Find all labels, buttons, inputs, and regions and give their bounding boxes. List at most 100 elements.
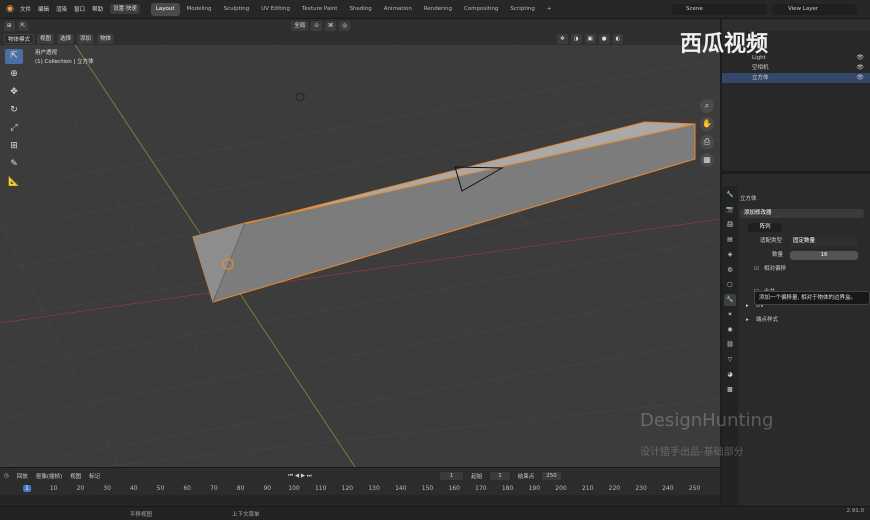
pan-hand-icon[interactable]: ✋	[700, 117, 714, 131]
tab-scripting[interactable]: Scripting	[505, 3, 539, 16]
menu-select[interactable]: 选择	[57, 33, 75, 44]
frame-label: 130	[368, 485, 380, 492]
scale-tool-icon[interactable]: ⤢	[5, 121, 23, 136]
end-frame-field[interactable]: 250	[542, 472, 561, 480]
tool-tab-icon[interactable]: 🔧	[724, 189, 736, 201]
menu-object[interactable]: 物体	[97, 33, 115, 44]
proportional-edit-icon[interactable]: ◎	[339, 20, 351, 31]
gizmo-toggle-icon[interactable]: ✥	[557, 33, 568, 44]
shading-solid-icon[interactable]: ●	[598, 33, 610, 44]
viewport-header-top: ⊞ ⇱ 全局 ⊙ ⌘ ◎	[0, 19, 353, 32]
tooltip: 添加一个偏移量, 相对于物体的边界盒。	[754, 291, 870, 305]
view-layer-tab-icon[interactable]: ▤	[724, 234, 736, 246]
snap-icon[interactable]: ⌘	[324, 20, 337, 31]
material-tab-icon[interactable]: ◕	[724, 369, 736, 381]
shading-material-icon[interactable]: ◐	[612, 33, 624, 44]
menu-keying[interactable]: 抠像(插帧)	[36, 472, 62, 480]
menu-add[interactable]: 添加	[77, 33, 95, 44]
status-middle: 上下文菜单	[232, 511, 260, 518]
menu-window[interactable]: 窗口	[74, 5, 85, 13]
tab-uv-editing[interactable]: UV Editing	[256, 3, 295, 16]
workspace-dropdown[interactable]: 设置·快速	[110, 4, 140, 14]
timeline-editor-icon[interactable]: ◷	[4, 473, 9, 479]
frame-label: 170	[475, 485, 487, 492]
output-tab-icon[interactable]: 🖨	[724, 219, 736, 231]
overlay-toggle-icon[interactable]: ◑	[570, 33, 582, 44]
tab-modeling[interactable]: Modeling	[182, 3, 217, 16]
select-mode-icon[interactable]: ⇱	[17, 20, 29, 31]
move-tool-icon[interactable]: ✥	[5, 85, 23, 100]
count-field[interactable]: 16	[790, 251, 858, 260]
measure-tool-icon[interactable]: 📐	[5, 175, 23, 190]
camera-view-icon[interactable]: ⎙	[700, 135, 714, 149]
ortho-grid-icon[interactable]: ▦	[700, 153, 714, 167]
xray-toggle-icon[interactable]: ▣	[584, 33, 596, 44]
tab-sculpting[interactable]: Sculpting	[219, 3, 255, 16]
editor-type-icon[interactable]: ⊞	[4, 20, 15, 31]
menu-edit[interactable]: 编辑	[38, 5, 49, 13]
physics-tab-icon[interactable]: ◉	[724, 324, 736, 336]
count-row: 数量 16	[740, 250, 870, 261]
modifier-tab-icon[interactable]: 🔧	[724, 294, 736, 306]
menu-help[interactable]: 帮助	[92, 5, 103, 13]
tab-shading[interactable]: Shading	[344, 3, 376, 16]
menu-playback[interactable]: 回放	[17, 472, 28, 480]
select-tool-icon[interactable]: ⇱	[5, 49, 23, 64]
status-left: 平移视图	[130, 511, 153, 518]
fit-type-dropdown[interactable]: 固定数量	[790, 237, 858, 246]
tab-compositing[interactable]: Compositing	[459, 3, 503, 16]
frame-ruler[interactable]: 1 10 20 30 40 50 60 70 80 90 100 110 120 130 140 150 160…	[0, 484, 720, 494]
caps-row[interactable]: ▸ 端点样式	[740, 315, 870, 326]
world-tab-icon[interactable]: ◍	[724, 264, 736, 276]
modifier-name-field[interactable]: 阵列	[748, 223, 782, 232]
interaction-mode-dropdown[interactable]: 物体模式	[4, 33, 35, 44]
add-workspace-button[interactable]: +	[542, 3, 557, 16]
frame-label: 30	[103, 485, 111, 492]
properties-editor[interactable]: 🔧 📷 🖨 ▤ ◈ ◍ ▢ 🔧 ✶ ◉ ⛓ ▽ ◕ ▩ 立方体 添加修改器 阵列	[722, 174, 870, 506]
play-controls-icon[interactable]: ⏮ ◀ ▶ ⏭	[288, 473, 312, 480]
eye-icon[interactable]: 👁	[856, 73, 864, 83]
add-modifier-dropdown[interactable]: 添加修改器	[740, 209, 864, 218]
menu-file[interactable]: 文件	[20, 5, 31, 13]
eye-icon[interactable]: 👁	[856, 63, 864, 73]
scene-tab-icon[interactable]: ◈	[724, 249, 736, 261]
relative-offset-label: 相对偏移	[764, 266, 787, 272]
transform-orientation[interactable]: 全局	[291, 20, 309, 31]
outliner-item-camera[interactable]: 空相机 👁	[722, 63, 870, 73]
frame-label: 150	[421, 485, 434, 492]
tab-rendering[interactable]: Rendering	[419, 3, 457, 16]
blender-logo-icon[interactable]: ◉	[3, 2, 17, 16]
data-tab-icon[interactable]: ▽	[724, 354, 736, 366]
menu-render[interactable]: 渲染	[56, 5, 67, 13]
annotate-tool-icon[interactable]: ✎	[5, 157, 23, 172]
menu-marker[interactable]: 标记	[89, 472, 100, 480]
current-frame-field[interactable]: 1	[439, 472, 464, 480]
rotate-tool-icon[interactable]: ↻	[5, 103, 23, 118]
tab-animation[interactable]: Animation	[379, 3, 417, 16]
frame-label: 100	[288, 485, 300, 492]
start-frame-field[interactable]: 1	[490, 472, 510, 480]
add-modifier-row: 添加修改器	[740, 208, 870, 219]
zoom-icon[interactable]: ⌕	[700, 99, 714, 113]
checkbox-checked-icon[interactable]: ☑	[754, 264, 759, 275]
scene-selector[interactable]: Scene	[672, 4, 767, 15]
viewport-info: 用户透视 (1) Collection | 立方体	[35, 49, 94, 67]
render-tab-icon[interactable]: 📷	[724, 204, 736, 216]
3d-viewport[interactable]: ⊞ ⇱ 全局 ⊙ ⌘ ◎ 物体模式 视图 选择 添加 物体 ✥ ◑ ▣ ● ◐ …	[0, 19, 720, 467]
tab-texture-paint[interactable]: Texture Paint	[297, 3, 343, 16]
tab-layout[interactable]: Layout	[150, 2, 180, 16]
transform-tool-icon[interactable]: ⊞	[5, 139, 23, 154]
outliner-item-cube[interactable]: 立方体 👁	[722, 73, 870, 83]
frame-label: 1	[23, 485, 31, 492]
view-layer-selector[interactable]: View Layer	[772, 4, 857, 15]
navigation-gizmo: ⌕ ✋ ⎙ ▦	[700, 99, 716, 171]
texture-tab-icon[interactable]: ▩	[724, 384, 736, 396]
eye-icon[interactable]: 👁	[856, 53, 864, 63]
cursor-tool-icon[interactable]: ⊕	[5, 67, 23, 82]
menu-view[interactable]: 视图	[70, 472, 81, 480]
menu-view[interactable]: 视图	[37, 33, 55, 44]
constraints-tab-icon[interactable]: ⛓	[724, 339, 736, 351]
object-tab-icon[interactable]: ▢	[724, 279, 736, 291]
pivot-icon[interactable]: ⊙	[311, 20, 322, 31]
particles-tab-icon[interactable]: ✶	[724, 309, 736, 321]
